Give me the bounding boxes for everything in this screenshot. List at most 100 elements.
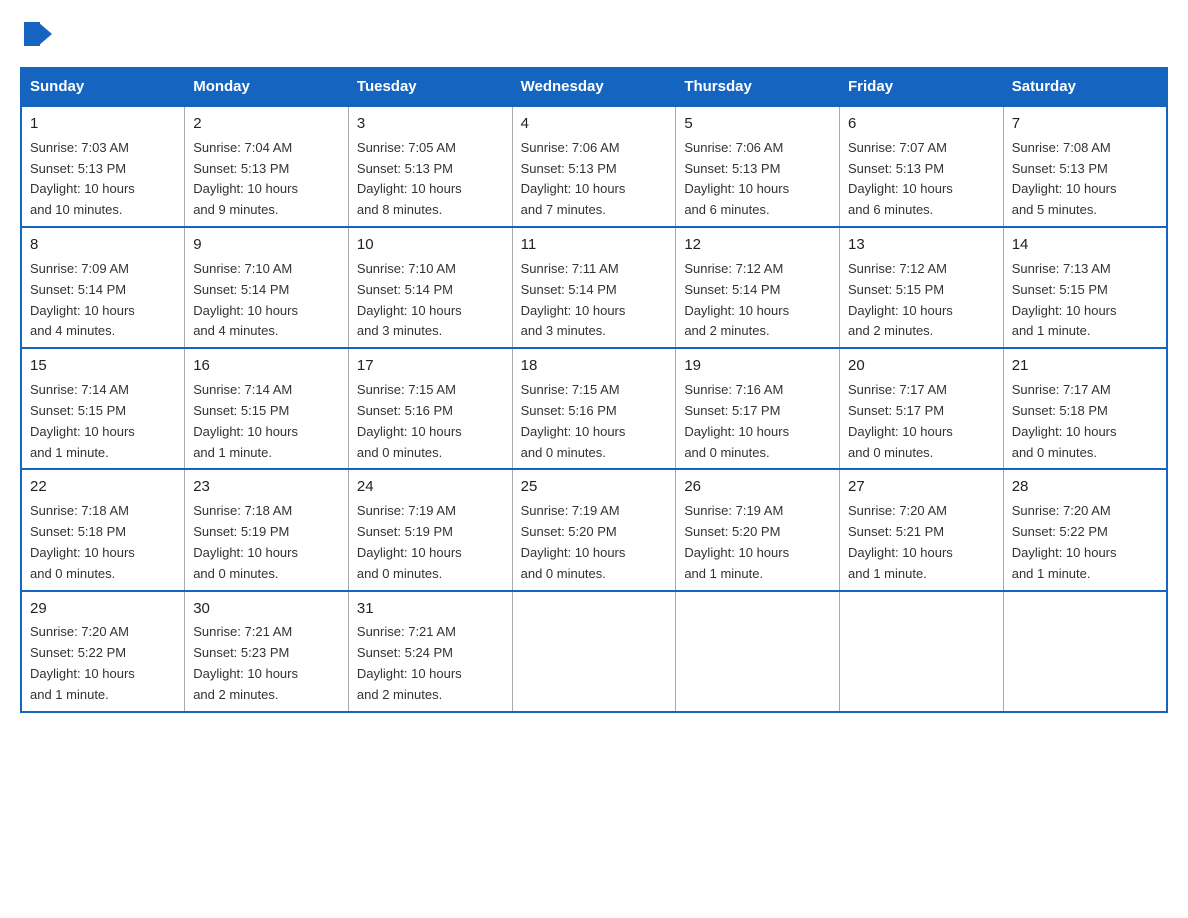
day-number: 15 bbox=[30, 355, 176, 377]
calendar-week-row: 29 Sunrise: 7:20 AMSunset: 5:22 PMDayligh… bbox=[21, 591, 1167, 712]
day-number: 25 bbox=[521, 476, 668, 498]
day-number: 13 bbox=[848, 234, 995, 256]
day-number: 29 bbox=[30, 598, 176, 620]
calendar-cell: 19 Sunrise: 7:16 AMSunset: 5:17 PMDayligh… bbox=[676, 348, 840, 469]
calendar-cell: 18 Sunrise: 7:15 AMSunset: 5:16 PMDayligh… bbox=[512, 348, 676, 469]
day-info: Sunrise: 7:08 AMSunset: 5:13 PMDaylight:… bbox=[1012, 140, 1117, 218]
calendar-cell: 28 Sunrise: 7:20 AMSunset: 5:22 PMDayligh… bbox=[1003, 469, 1167, 590]
calendar-week-row: 8Sunrise: 7:09 AMSunset: 5:14 PMDaylight… bbox=[21, 227, 1167, 348]
calendar-cell: 25 Sunrise: 7:19 AMSunset: 5:20 PMDayligh… bbox=[512, 469, 676, 590]
day-info: Sunrise: 7:12 AMSunset: 5:14 PMDaylight:… bbox=[684, 261, 789, 339]
calendar-cell bbox=[512, 591, 676, 712]
day-number: 19 bbox=[684, 355, 831, 377]
day-info: Sunrise: 7:19 AMSunset: 5:20 PMDaylight:… bbox=[684, 503, 789, 581]
day-info: Sunrise: 7:18 AMSunset: 5:19 PMDaylight:… bbox=[193, 503, 298, 581]
day-info: Sunrise: 7:05 AMSunset: 5:13 PMDaylight:… bbox=[357, 140, 462, 218]
day-number: 6 bbox=[848, 113, 995, 135]
calendar-cell: 15 Sunrise: 7:14 AMSunset: 5:15 PMDayligh… bbox=[21, 348, 185, 469]
day-info: Sunrise: 7:21 AMSunset: 5:24 PMDaylight:… bbox=[357, 624, 462, 702]
calendar-cell: 8Sunrise: 7:09 AMSunset: 5:14 PMDaylight… bbox=[21, 227, 185, 348]
day-number: 27 bbox=[848, 476, 995, 498]
day-info: Sunrise: 7:12 AMSunset: 5:15 PMDaylight:… bbox=[848, 261, 953, 339]
calendar-cell: 20Sunrise: 7:17 AMSunset: 5:17 PMDayligh… bbox=[840, 348, 1004, 469]
calendar-cell: 10 Sunrise: 7:10 AMSunset: 5:14 PMDayligh… bbox=[348, 227, 512, 348]
day-number: 1 bbox=[30, 113, 176, 135]
day-info: Sunrise: 7:14 AMSunset: 5:15 PMDaylight:… bbox=[30, 382, 135, 460]
day-number: 30 bbox=[193, 598, 340, 620]
day-number: 26 bbox=[684, 476, 831, 498]
calendar-cell: 3 Sunrise: 7:05 AMSunset: 5:13 PMDaylight… bbox=[348, 106, 512, 227]
day-number: 7 bbox=[1012, 113, 1158, 135]
calendar-cell: 1 Sunrise: 7:03 AMSunset: 5:13 PMDaylight… bbox=[21, 106, 185, 227]
day-number: 16 bbox=[193, 355, 340, 377]
calendar-week-row: 22 Sunrise: 7:18 AMSunset: 5:18 PMDayligh… bbox=[21, 469, 1167, 590]
day-info: Sunrise: 7:21 AMSunset: 5:23 PMDaylight:… bbox=[193, 624, 298, 702]
day-info: Sunrise: 7:06 AMSunset: 5:13 PMDaylight:… bbox=[521, 140, 626, 218]
day-number: 11 bbox=[521, 234, 668, 256]
day-info: Sunrise: 7:19 AMSunset: 5:19 PMDaylight:… bbox=[357, 503, 462, 581]
day-number: 2 bbox=[193, 113, 340, 135]
calendar-cell: 21 Sunrise: 7:17 AMSunset: 5:18 PMDayligh… bbox=[1003, 348, 1167, 469]
day-info: Sunrise: 7:10 AMSunset: 5:14 PMDaylight:… bbox=[357, 261, 462, 339]
day-info: Sunrise: 7:03 AMSunset: 5:13 PMDaylight:… bbox=[30, 140, 135, 218]
day-number: 10 bbox=[357, 234, 504, 256]
day-number: 5 bbox=[684, 113, 831, 135]
day-info: Sunrise: 7:11 AMSunset: 5:14 PMDaylight:… bbox=[521, 261, 626, 339]
day-info: Sunrise: 7:18 AMSunset: 5:18 PMDaylight:… bbox=[30, 503, 135, 581]
day-number: 8 bbox=[30, 234, 176, 256]
calendar-cell: 4 Sunrise: 7:06 AMSunset: 5:13 PMDaylight… bbox=[512, 106, 676, 227]
calendar-cell: 5 Sunrise: 7:06 AMSunset: 5:13 PMDaylight… bbox=[676, 106, 840, 227]
day-info: Sunrise: 7:10 AMSunset: 5:14 PMDaylight:… bbox=[193, 261, 298, 339]
day-number: 4 bbox=[521, 113, 668, 135]
calendar-cell: 14 Sunrise: 7:13 AMSunset: 5:15 PMDayligh… bbox=[1003, 227, 1167, 348]
column-header-tuesday: Tuesday bbox=[348, 68, 512, 107]
day-number: 14 bbox=[1012, 234, 1158, 256]
day-number: 31 bbox=[357, 598, 504, 620]
calendar-cell: 13 Sunrise: 7:12 AMSunset: 5:15 PMDayligh… bbox=[840, 227, 1004, 348]
page-header bbox=[20, 20, 1168, 51]
day-info: Sunrise: 7:20 AMSunset: 5:22 PMDaylight:… bbox=[1012, 503, 1117, 581]
column-header-thursday: Thursday bbox=[676, 68, 840, 107]
day-info: Sunrise: 7:14 AMSunset: 5:15 PMDaylight:… bbox=[193, 382, 298, 460]
day-info: Sunrise: 7:16 AMSunset: 5:17 PMDaylight:… bbox=[684, 382, 789, 460]
day-info: Sunrise: 7:13 AMSunset: 5:15 PMDaylight:… bbox=[1012, 261, 1117, 339]
calendar-cell: 30 Sunrise: 7:21 AMSunset: 5:23 PMDayligh… bbox=[185, 591, 349, 712]
calendar-cell: 23 Sunrise: 7:18 AMSunset: 5:19 PMDayligh… bbox=[185, 469, 349, 590]
calendar-cell: 9 Sunrise: 7:10 AMSunset: 5:14 PMDaylight… bbox=[185, 227, 349, 348]
day-info: Sunrise: 7:15 AMSunset: 5:16 PMDaylight:… bbox=[521, 382, 626, 460]
column-header-wednesday: Wednesday bbox=[512, 68, 676, 107]
calendar-cell: 12Sunrise: 7:12 AMSunset: 5:14 PMDayligh… bbox=[676, 227, 840, 348]
day-number: 17 bbox=[357, 355, 504, 377]
day-number: 21 bbox=[1012, 355, 1158, 377]
day-info: Sunrise: 7:19 AMSunset: 5:20 PMDaylight:… bbox=[521, 503, 626, 581]
calendar-cell: 16 Sunrise: 7:14 AMSunset: 5:15 PMDayligh… bbox=[185, 348, 349, 469]
calendar-cell bbox=[1003, 591, 1167, 712]
day-info: Sunrise: 7:20 AMSunset: 5:22 PMDaylight:… bbox=[30, 624, 135, 702]
column-header-saturday: Saturday bbox=[1003, 68, 1167, 107]
logo-flag-icon bbox=[22, 20, 54, 48]
day-info: Sunrise: 7:04 AMSunset: 5:13 PMDaylight:… bbox=[193, 140, 298, 218]
calendar-cell bbox=[840, 591, 1004, 712]
calendar-week-row: 1 Sunrise: 7:03 AMSunset: 5:13 PMDaylight… bbox=[21, 106, 1167, 227]
calendar-cell: 2 Sunrise: 7:04 AMSunset: 5:13 PMDaylight… bbox=[185, 106, 349, 227]
day-number: 9 bbox=[193, 234, 340, 256]
calendar-cell: 27 Sunrise: 7:20 AMSunset: 5:21 PMDayligh… bbox=[840, 469, 1004, 590]
column-header-friday: Friday bbox=[840, 68, 1004, 107]
calendar-cell: 31 Sunrise: 7:21 AMSunset: 5:24 PMDayligh… bbox=[348, 591, 512, 712]
day-number: 18 bbox=[521, 355, 668, 377]
day-info: Sunrise: 7:15 AMSunset: 5:16 PMDaylight:… bbox=[357, 382, 462, 460]
day-number: 22 bbox=[30, 476, 176, 498]
day-number: 28 bbox=[1012, 476, 1158, 498]
calendar-cell bbox=[676, 591, 840, 712]
day-info: Sunrise: 7:06 AMSunset: 5:13 PMDaylight:… bbox=[684, 140, 789, 218]
day-number: 3 bbox=[357, 113, 504, 135]
calendar-cell: 7 Sunrise: 7:08 AMSunset: 5:13 PMDaylight… bbox=[1003, 106, 1167, 227]
day-info: Sunrise: 7:07 AMSunset: 5:13 PMDaylight:… bbox=[848, 140, 953, 218]
day-info: Sunrise: 7:20 AMSunset: 5:21 PMDaylight:… bbox=[848, 503, 953, 581]
calendar-header-row: SundayMondayTuesdayWednesdayThursdayFrid… bbox=[21, 68, 1167, 107]
day-number: 23 bbox=[193, 476, 340, 498]
day-info: Sunrise: 7:17 AMSunset: 5:18 PMDaylight:… bbox=[1012, 382, 1117, 460]
column-header-sunday: Sunday bbox=[21, 68, 185, 107]
calendar-cell: 24 Sunrise: 7:19 AMSunset: 5:19 PMDayligh… bbox=[348, 469, 512, 590]
day-number: 24 bbox=[357, 476, 504, 498]
